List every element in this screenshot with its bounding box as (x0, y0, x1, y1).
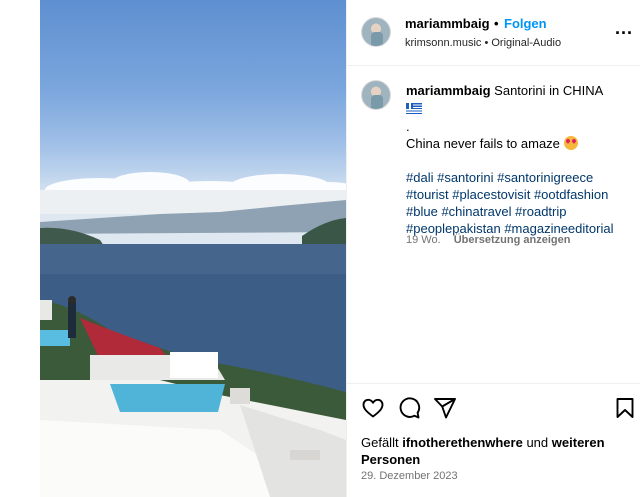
hashtag[interactable]: #chinatravel (441, 204, 511, 219)
post-caption: mariammbaig Santorini in CHINA . China n… (406, 82, 634, 237)
separator-dot: • (494, 16, 499, 31)
santorini-scene (40, 172, 346, 497)
hashtag[interactable]: #santorinigreece (497, 170, 593, 185)
post-age[interactable]: 19 Wo. (406, 234, 441, 246)
hashtag[interactable]: #roadtrip (515, 204, 566, 219)
share-icon[interactable] (433, 396, 457, 420)
hashtag[interactable]: #placestovisit (452, 187, 530, 202)
post-media-video[interactable] (40, 0, 346, 497)
liked-user[interactable]: ifnotherethenwhere (402, 435, 523, 450)
hashtag[interactable]: #blue (406, 204, 438, 219)
hashtag[interactable]: #tourist (406, 187, 449, 202)
follow-button[interactable]: Folgen (504, 16, 547, 31)
hashtag[interactable]: #ootdfashion (534, 187, 608, 202)
post-header: mariammbaig • Folgen krimsonn.music • Or… (347, 0, 640, 66)
bookmark-icon[interactable] (613, 396, 637, 420)
more-icon[interactable]: ... (615, 18, 633, 39)
likes-summary: Gefällt ifnotherethenwhere und weiteren … (361, 434, 631, 468)
action-bar: Gefällt ifnotherethenwhere und weiteren … (347, 383, 640, 497)
caption-dot: . (406, 119, 410, 134)
post-details-panel: mariammbaig • Folgen krimsonn.music • Or… (346, 0, 640, 497)
comment-icon[interactable] (397, 396, 421, 420)
hashtag[interactable]: #santorini (437, 170, 493, 185)
heart-eyes-emoji-icon (563, 136, 578, 150)
caption-username[interactable]: mariammbaig (406, 83, 491, 98)
liked-and: und (526, 435, 549, 450)
hashtag[interactable]: #dali (406, 170, 433, 185)
caption-title: Santorini in CHINA (494, 83, 604, 98)
audio-info[interactable]: krimsonn.music • Original-Audio (405, 37, 561, 49)
caption-text: China never fails to amaze (406, 136, 560, 151)
page-margin (0, 0, 40, 497)
post-date: 29. Dezember 2023 (361, 470, 458, 482)
liked-prefix: Gefällt (361, 435, 399, 450)
caption-meta: 19 Wo. Übersetzung anzeigen (406, 234, 570, 246)
translate-link[interactable]: Übersetzung anzeigen (454, 234, 571, 246)
caption-avatar[interactable] (361, 80, 391, 110)
heart-icon[interactable] (361, 396, 385, 420)
greece-flag-icon (406, 103, 422, 114)
author-username[interactable]: mariammbaig (405, 16, 490, 31)
avatar[interactable] (361, 17, 391, 47)
